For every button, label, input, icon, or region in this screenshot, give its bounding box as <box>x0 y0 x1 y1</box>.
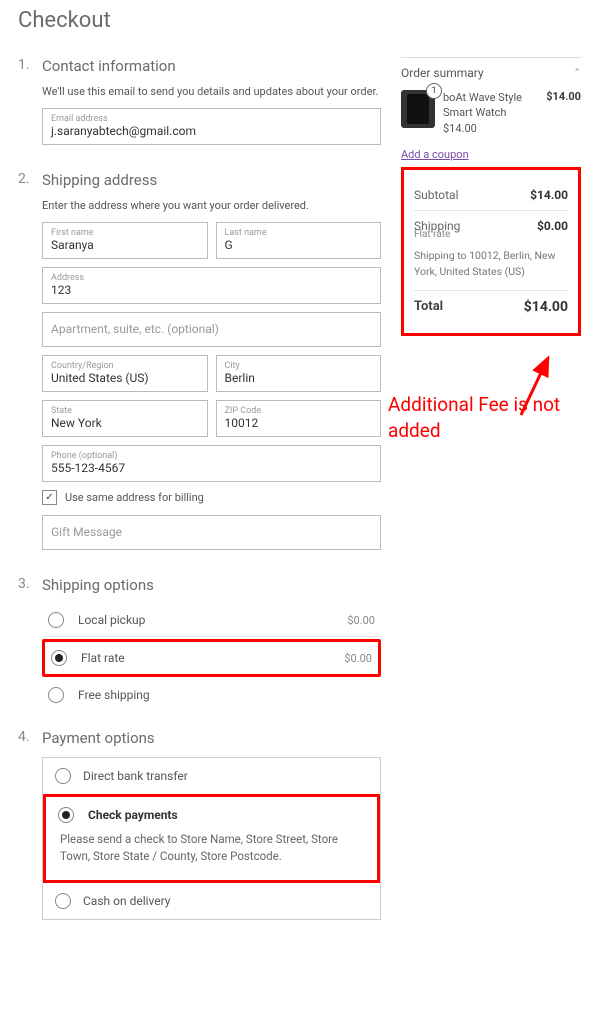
section-shipping-address: 2. Shipping address Enter the address wh… <box>18 171 381 558</box>
section-number: 1. <box>18 57 28 153</box>
chevron-up-icon: ⌃ <box>573 68 581 78</box>
shipping-option-flat-rate[interactable]: Flat rate $0.00 <box>49 646 374 670</box>
state-field[interactable]: State New York <box>42 400 208 437</box>
summary-product-row: 1 boAt Wave Style Smart Watch $14.00 $14… <box>401 90 581 136</box>
first-name-field[interactable]: First name Saranya <box>42 222 208 259</box>
product-thumbnail: 1 <box>401 90 435 128</box>
checkout-form: 1. Contact information We'll use this em… <box>18 57 381 938</box>
section-subtitle: We'll use this email to send you details… <box>42 85 381 98</box>
section-shipping-options: 3. Shipping options Local pickup $0.00 F… <box>18 576 381 711</box>
zip-field[interactable]: ZIP Code 10012 <box>216 400 382 437</box>
radio-icon <box>55 768 71 784</box>
radio-icon <box>48 687 64 703</box>
section-title: Shipping options <box>42 576 381 594</box>
section-title: Payment options <box>42 729 381 747</box>
highlight-flat-rate: Flat rate $0.00 <box>42 639 381 677</box>
payment-option-bank-transfer[interactable]: Direct bank transfer <box>43 758 380 794</box>
phone-field[interactable]: Phone (optional) 555-123-4567 <box>42 445 381 482</box>
shipping-to: Shipping to 10012, Berlin, New York, Uni… <box>414 248 568 291</box>
product-line-price: $14.00 <box>546 90 581 103</box>
section-subtitle: Enter the address where you want your or… <box>42 199 381 212</box>
qty-badge: 1 <box>426 83 442 99</box>
section-number: 3. <box>18 576 28 711</box>
city-field[interactable]: City Berlin <box>216 355 382 392</box>
order-summary: Order summary ⌃ 1 boAt Wave Style Smart … <box>401 57 581 336</box>
section-payment-options: 4. Payment options Direct bank transfer … <box>18 729 381 920</box>
payment-box: Direct bank transfer Check payments Plea… <box>42 757 381 920</box>
last-name-field[interactable]: Last name G <box>216 222 382 259</box>
shipping-option-local-pickup[interactable]: Local pickup $0.00 <box>42 604 381 637</box>
radio-icon <box>48 612 64 628</box>
total-row: Total $14.00 <box>414 291 568 323</box>
same-billing-checkbox[interactable]: ✓ Use same address for billing <box>42 490 381 505</box>
check-icon: ✓ <box>42 490 57 505</box>
radio-icon <box>51 650 67 666</box>
summary-title: Order summary <box>401 66 484 80</box>
payment-option-cash-on-delivery[interactable]: Cash on delivery <box>43 883 380 919</box>
shipping-option-free-shipping[interactable]: Free shipping <box>42 679 381 711</box>
radio-icon <box>58 807 74 823</box>
payment-option-check-payments[interactable]: Check payments Please send a check to St… <box>43 794 380 883</box>
summary-header[interactable]: Order summary ⌃ <box>401 66 581 80</box>
address-field[interactable]: Address 123 <box>42 267 381 304</box>
section-number: 2. <box>18 171 28 558</box>
email-field[interactable]: Email address j.saranyabtech@gmail.com <box>42 108 381 145</box>
subtotal-row: Subtotal $14.00 <box>414 180 568 211</box>
product-unit-price: $14.00 <box>443 121 538 136</box>
highlight-totals: Subtotal $14.00 Shipping $0.00 Flat rate… <box>401 167 581 336</box>
product-name: boAt Wave Style Smart Watch <box>443 90 538 121</box>
section-title: Contact information <box>42 57 381 75</box>
country-field[interactable]: Country/Region United States (US) <box>42 355 208 392</box>
payment-description: Please send a check to Store Name, Store… <box>60 831 365 866</box>
section-title: Shipping address <box>42 171 381 189</box>
section-number: 4. <box>18 729 28 920</box>
gift-message-field[interactable]: Gift Message <box>42 515 381 550</box>
apartment-field[interactable]: Apartment, suite, etc. (optional) <box>42 312 381 347</box>
radio-icon <box>55 893 71 909</box>
page-title: Checkout <box>18 8 581 33</box>
section-contact: 1. Contact information We'll use this em… <box>18 57 381 153</box>
add-coupon-link[interactable]: Add a coupon <box>401 148 581 161</box>
